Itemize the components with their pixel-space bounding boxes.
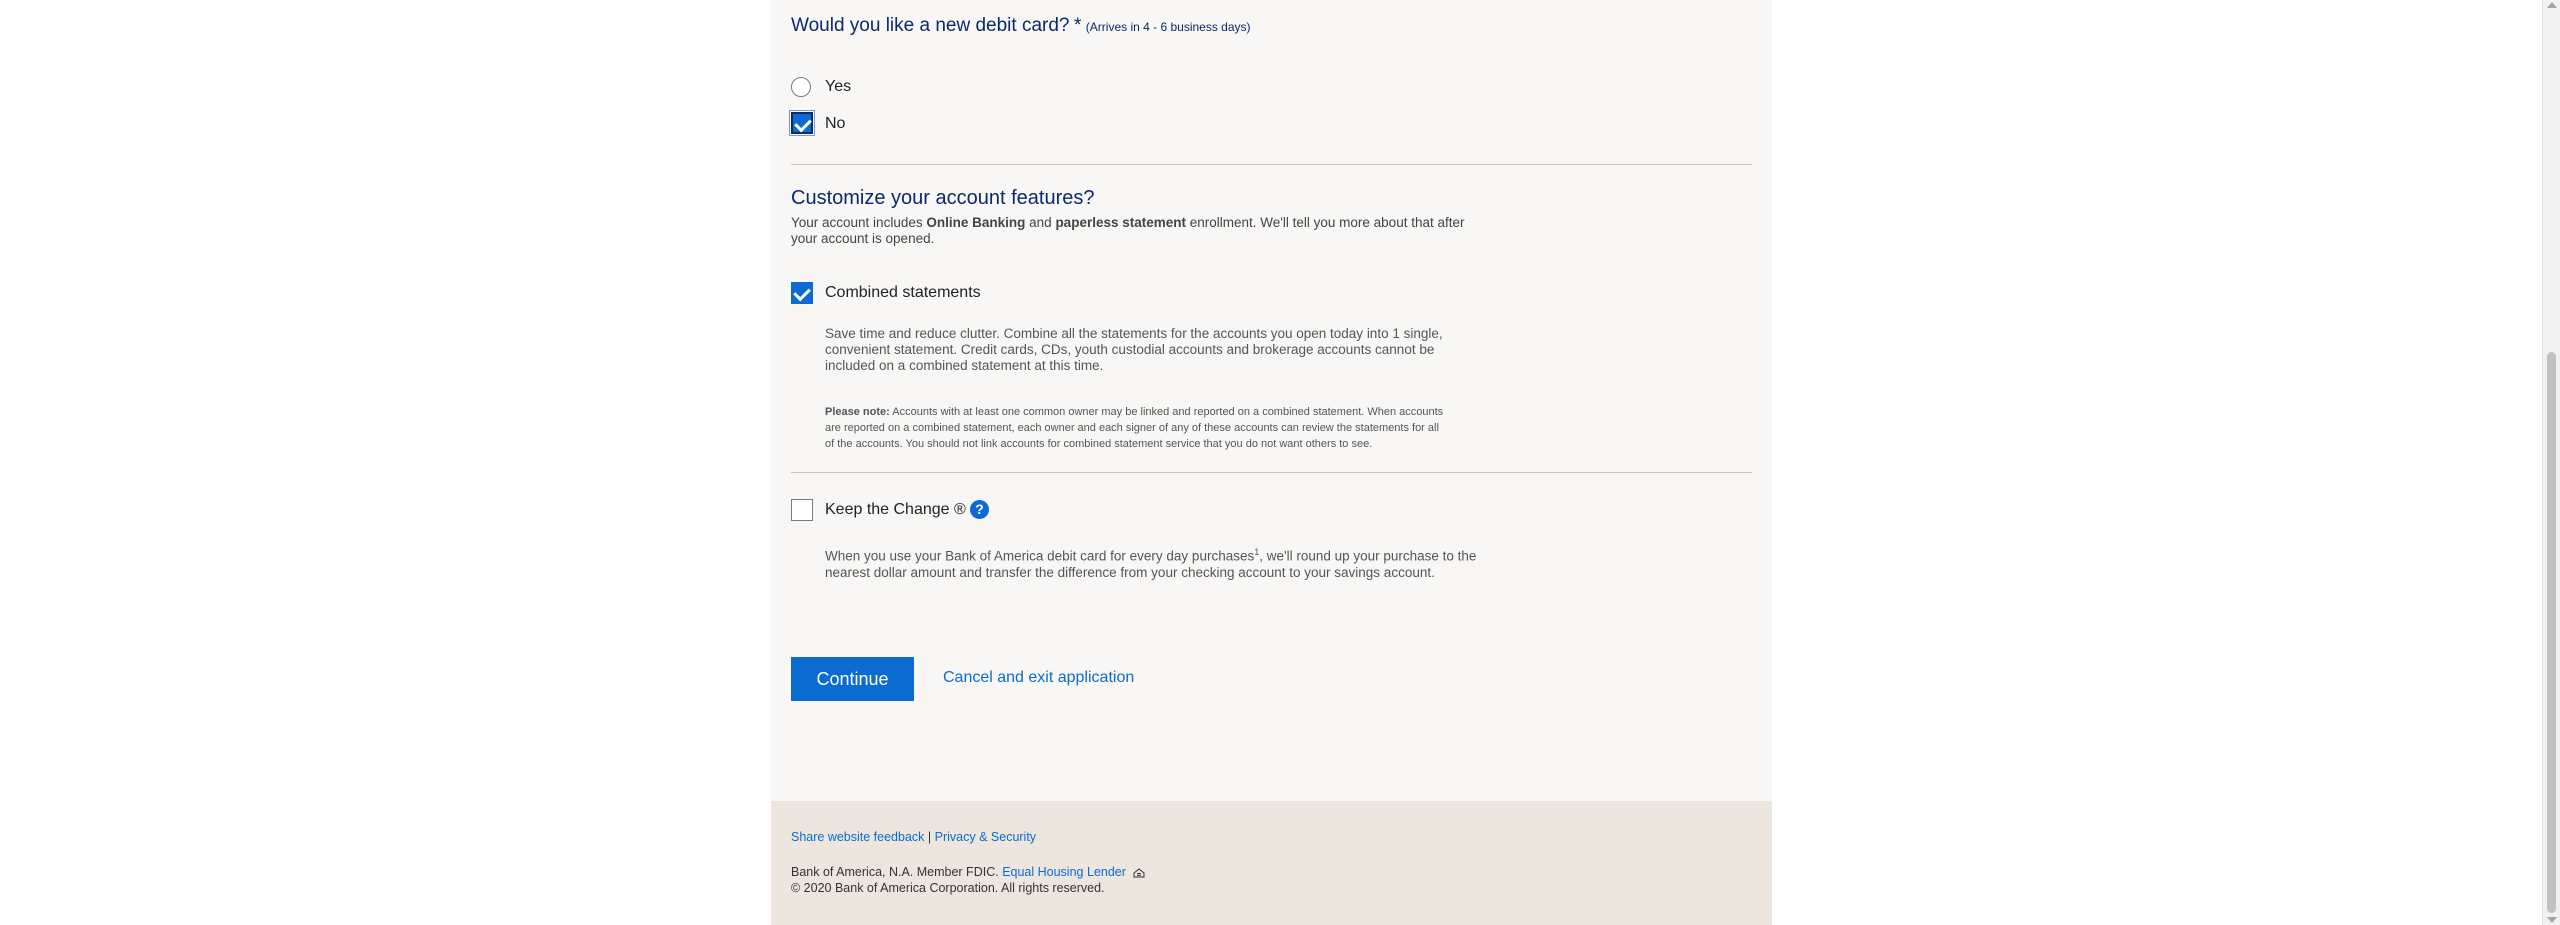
- section-divider: [791, 164, 1752, 165]
- combined-statements-checkbox[interactable]: [791, 282, 813, 304]
- debit-card-question: Would you like a new debit card? * (Arri…: [791, 15, 1251, 37]
- footer-legal: Bank of America, N.A. Member FDIC. Equal…: [791, 865, 1145, 879]
- equal-housing-icon: [1133, 868, 1145, 878]
- features-title: Customize your account features?: [791, 187, 1095, 209]
- share-feedback-link[interactable]: Share website feedback: [791, 830, 924, 844]
- keep-desc-line2: nearest dollar amount and transfer the d…: [825, 564, 1435, 580]
- section-divider: [791, 472, 1752, 473]
- debit-card-question-text: Would you like a new debit card?: [791, 15, 1070, 36]
- combined-desc-line3: included on a combined statement at this…: [825, 358, 1104, 373]
- keep-desc-line1a: When you use your Bank of America debit …: [825, 548, 1255, 564]
- intro-prefix: Your account includes: [791, 215, 923, 230]
- note-label: Please note:: [825, 406, 890, 418]
- required-mark: *: [1073, 15, 1082, 36]
- continue-button[interactable]: Continue: [791, 657, 914, 701]
- keep-desc-line1b: , we'll round up your purchase to the: [1259, 548, 1477, 564]
- intro-suffix-line2: your account is opened.: [791, 231, 935, 246]
- combined-statements-label[interactable]: Combined statements: [825, 284, 981, 302]
- keep-the-change-description: When you use your Bank of America debit …: [825, 544, 1545, 581]
- page-scrollbar[interactable]: [2542, 0, 2560, 925]
- combined-desc-line1: Save time and reduce clutter. Combine al…: [825, 326, 1443, 341]
- features-intro: Your account includes Online Banking and…: [791, 215, 1511, 247]
- combined-statements-note: Please note: Accounts with at least one …: [825, 404, 1525, 452]
- debit-card-yes-radio[interactable]: [791, 77, 811, 97]
- arrival-note: (Arrives in 4 - 6 business days): [1085, 20, 1251, 34]
- intro-paperless: paperless statement: [1055, 215, 1186, 230]
- keep-the-change-label[interactable]: Keep the Change ®: [825, 501, 966, 519]
- footer-links: Share website feedback | Privacy & Secur…: [791, 830, 1036, 844]
- scroll-down-icon[interactable]: [2547, 917, 2557, 923]
- intro-suffix-line1: enrollment. We'll tell you more about th…: [1189, 215, 1465, 230]
- checkmark-icon: [793, 283, 811, 302]
- footer-separator: |: [927, 830, 932, 844]
- privacy-security-link[interactable]: Privacy & Security: [935, 830, 1036, 844]
- copyright: © 2020 Bank of America Corporation. All …: [791, 881, 1105, 895]
- note-line3: of the accounts. You should not link acc…: [825, 438, 1373, 450]
- page-footer: Share website feedback | Privacy & Secur…: [771, 801, 1772, 925]
- intro-online-banking: Online Banking: [926, 215, 1026, 230]
- fdic-text: Bank of America, N.A. Member FDIC.: [791, 865, 999, 879]
- debit-card-yes-label[interactable]: Yes: [825, 78, 851, 96]
- combined-statements-description: Save time and reduce clutter. Combine al…: [825, 326, 1525, 374]
- checkmark-icon: [794, 114, 812, 133]
- cancel-exit-link[interactable]: Cancel and exit application: [943, 669, 1134, 687]
- debit-card-no-checkbox[interactable]: [789, 110, 815, 136]
- combined-desc-line2: convenient statement. Credit cards, CDs,…: [825, 342, 1435, 357]
- help-icon[interactable]: ?: [970, 500, 989, 519]
- debit-card-no-label[interactable]: No: [825, 115, 845, 133]
- scroll-thumb[interactable]: [2547, 352, 2556, 913]
- keep-the-change-checkbox[interactable]: [791, 499, 813, 521]
- intro-and: and: [1029, 215, 1052, 230]
- note-line2: are reported on a combined statement, ea…: [825, 422, 1439, 434]
- form-panel: Would you like a new debit card? * (Arri…: [771, 0, 1772, 801]
- note-line1: Accounts with at least one common owner …: [892, 406, 1444, 418]
- equal-housing-link[interactable]: Equal Housing Lender: [1002, 865, 1126, 879]
- scroll-up-icon[interactable]: [2547, 2, 2557, 8]
